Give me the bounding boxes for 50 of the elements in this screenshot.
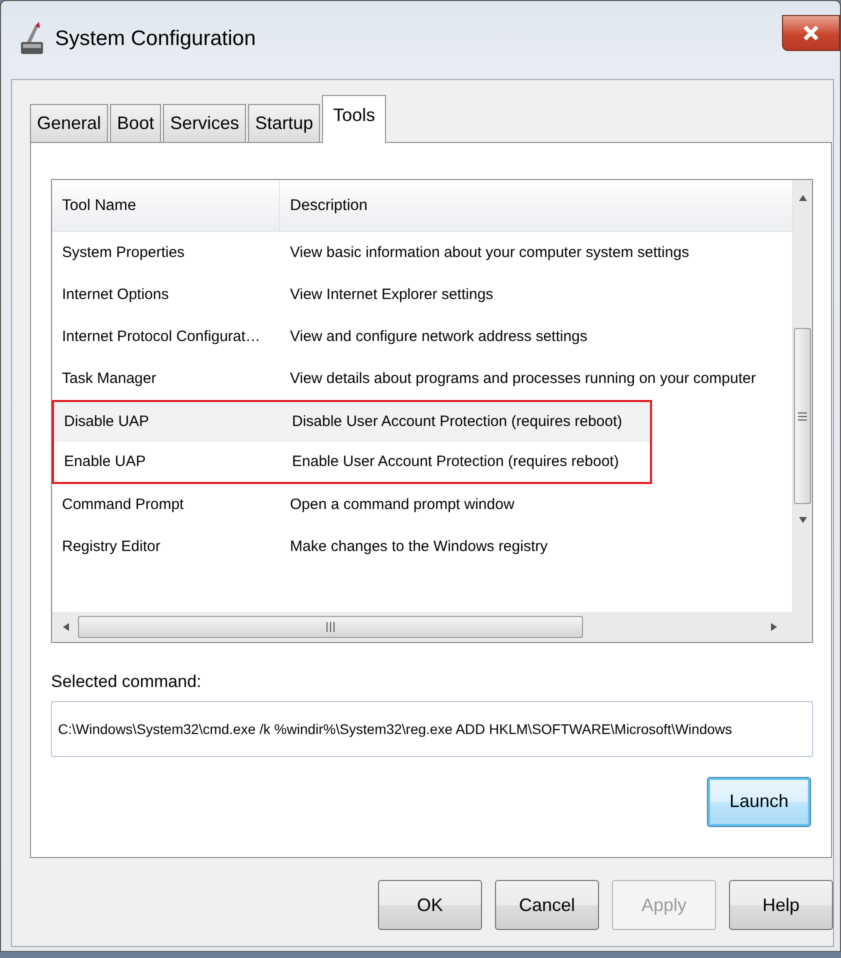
list-row[interactable]: Command Prompt Open a command prompt window	[52, 484, 792, 526]
tool-name: Internet Protocol Configurat…	[61, 327, 262, 347]
tool-name: System Properties	[61, 243, 186, 263]
gripper-icon	[798, 412, 807, 420]
tool-name: Disable UAP	[63, 412, 150, 432]
horizontal-scrollbar[interactable]	[52, 612, 812, 642]
gripper-icon	[326, 622, 335, 632]
tool-name: Registry Editor	[61, 537, 162, 557]
window-title: System Configuration	[55, 26, 256, 52]
tab[interactable]: Services	[163, 104, 246, 142]
dialog-button[interactable]: Help	[729, 880, 833, 930]
tool-description: View details about programs and processes running on your computer	[289, 369, 756, 389]
list-row[interactable]: System Properties View basic information about your computer system settings	[52, 232, 792, 274]
tool-description: View and configure network address settings	[289, 327, 588, 347]
scroll-left-icon[interactable]	[62, 622, 70, 632]
tool-name: Command Prompt	[61, 495, 185, 515]
list-row[interactable]: Internet Options View Internet Explorer settings	[52, 274, 792, 316]
close-icon	[802, 24, 820, 42]
command-field[interactable]: C:\Windows\System32\cmd.exe /k %windir%\System32\reg.exe ADD HKLM\SOFTWARE\Microsoft\Windows	[51, 700, 813, 756]
tool-description: Enable User Account Protection (requires reboot)	[291, 452, 619, 472]
list-row[interactable]: Disable UAP Disable User Account Protection (requires reboot)	[54, 402, 650, 442]
scroll-thumb[interactable]	[78, 616, 583, 638]
column-header[interactable]: Description	[280, 180, 368, 231]
scroll-right-icon[interactable]	[770, 622, 778, 632]
scroll-thumb[interactable]	[794, 328, 811, 504]
dialog-button[interactable]: OK	[378, 880, 482, 930]
tool-description: View Internet Explorer settings	[289, 285, 494, 305]
tool-description: Disable User Account Protection (requires reboot)	[291, 412, 622, 432]
list-row[interactable]: Enable UAP Enable User Account Protection (requires reboot)	[54, 442, 650, 482]
tool-description: Open a command prompt window	[289, 495, 514, 515]
tab[interactable]: Startup	[248, 104, 320, 142]
vertical-scrollbar[interactable]	[792, 180, 812, 612]
column-header[interactable]: Tool Name	[52, 180, 280, 231]
tool-description: View basic information about your computer system settings	[289, 243, 690, 263]
launch-button[interactable]: Launch	[707, 776, 811, 826]
list-row[interactable]: Internet Protocol Configurat… View and configure network address settings	[52, 316, 792, 358]
list-row[interactable]: Task Manager View details about programs and processes running on your computer	[52, 358, 792, 400]
close-button[interactable]	[782, 15, 840, 51]
selected-command-label: Selected command:	[51, 671, 202, 693]
tool-name: Task Manager	[61, 369, 158, 389]
tab[interactable]: Tools	[322, 95, 386, 143]
tab[interactable]: General	[30, 104, 108, 142]
tool-name: Internet Options	[61, 285, 170, 305]
dialog-button[interactable]: Cancel	[495, 880, 599, 930]
scroll-up-icon[interactable]	[798, 194, 808, 202]
scroll-down-icon[interactable]	[798, 516, 808, 524]
tool-name: Enable UAP	[63, 452, 147, 472]
list-row[interactable]: Registry Editor Make changes to the Windows registry	[52, 526, 792, 568]
tool-description: Make changes to the Windows registry	[289, 537, 548, 557]
tab[interactable]: Boot	[110, 104, 162, 142]
